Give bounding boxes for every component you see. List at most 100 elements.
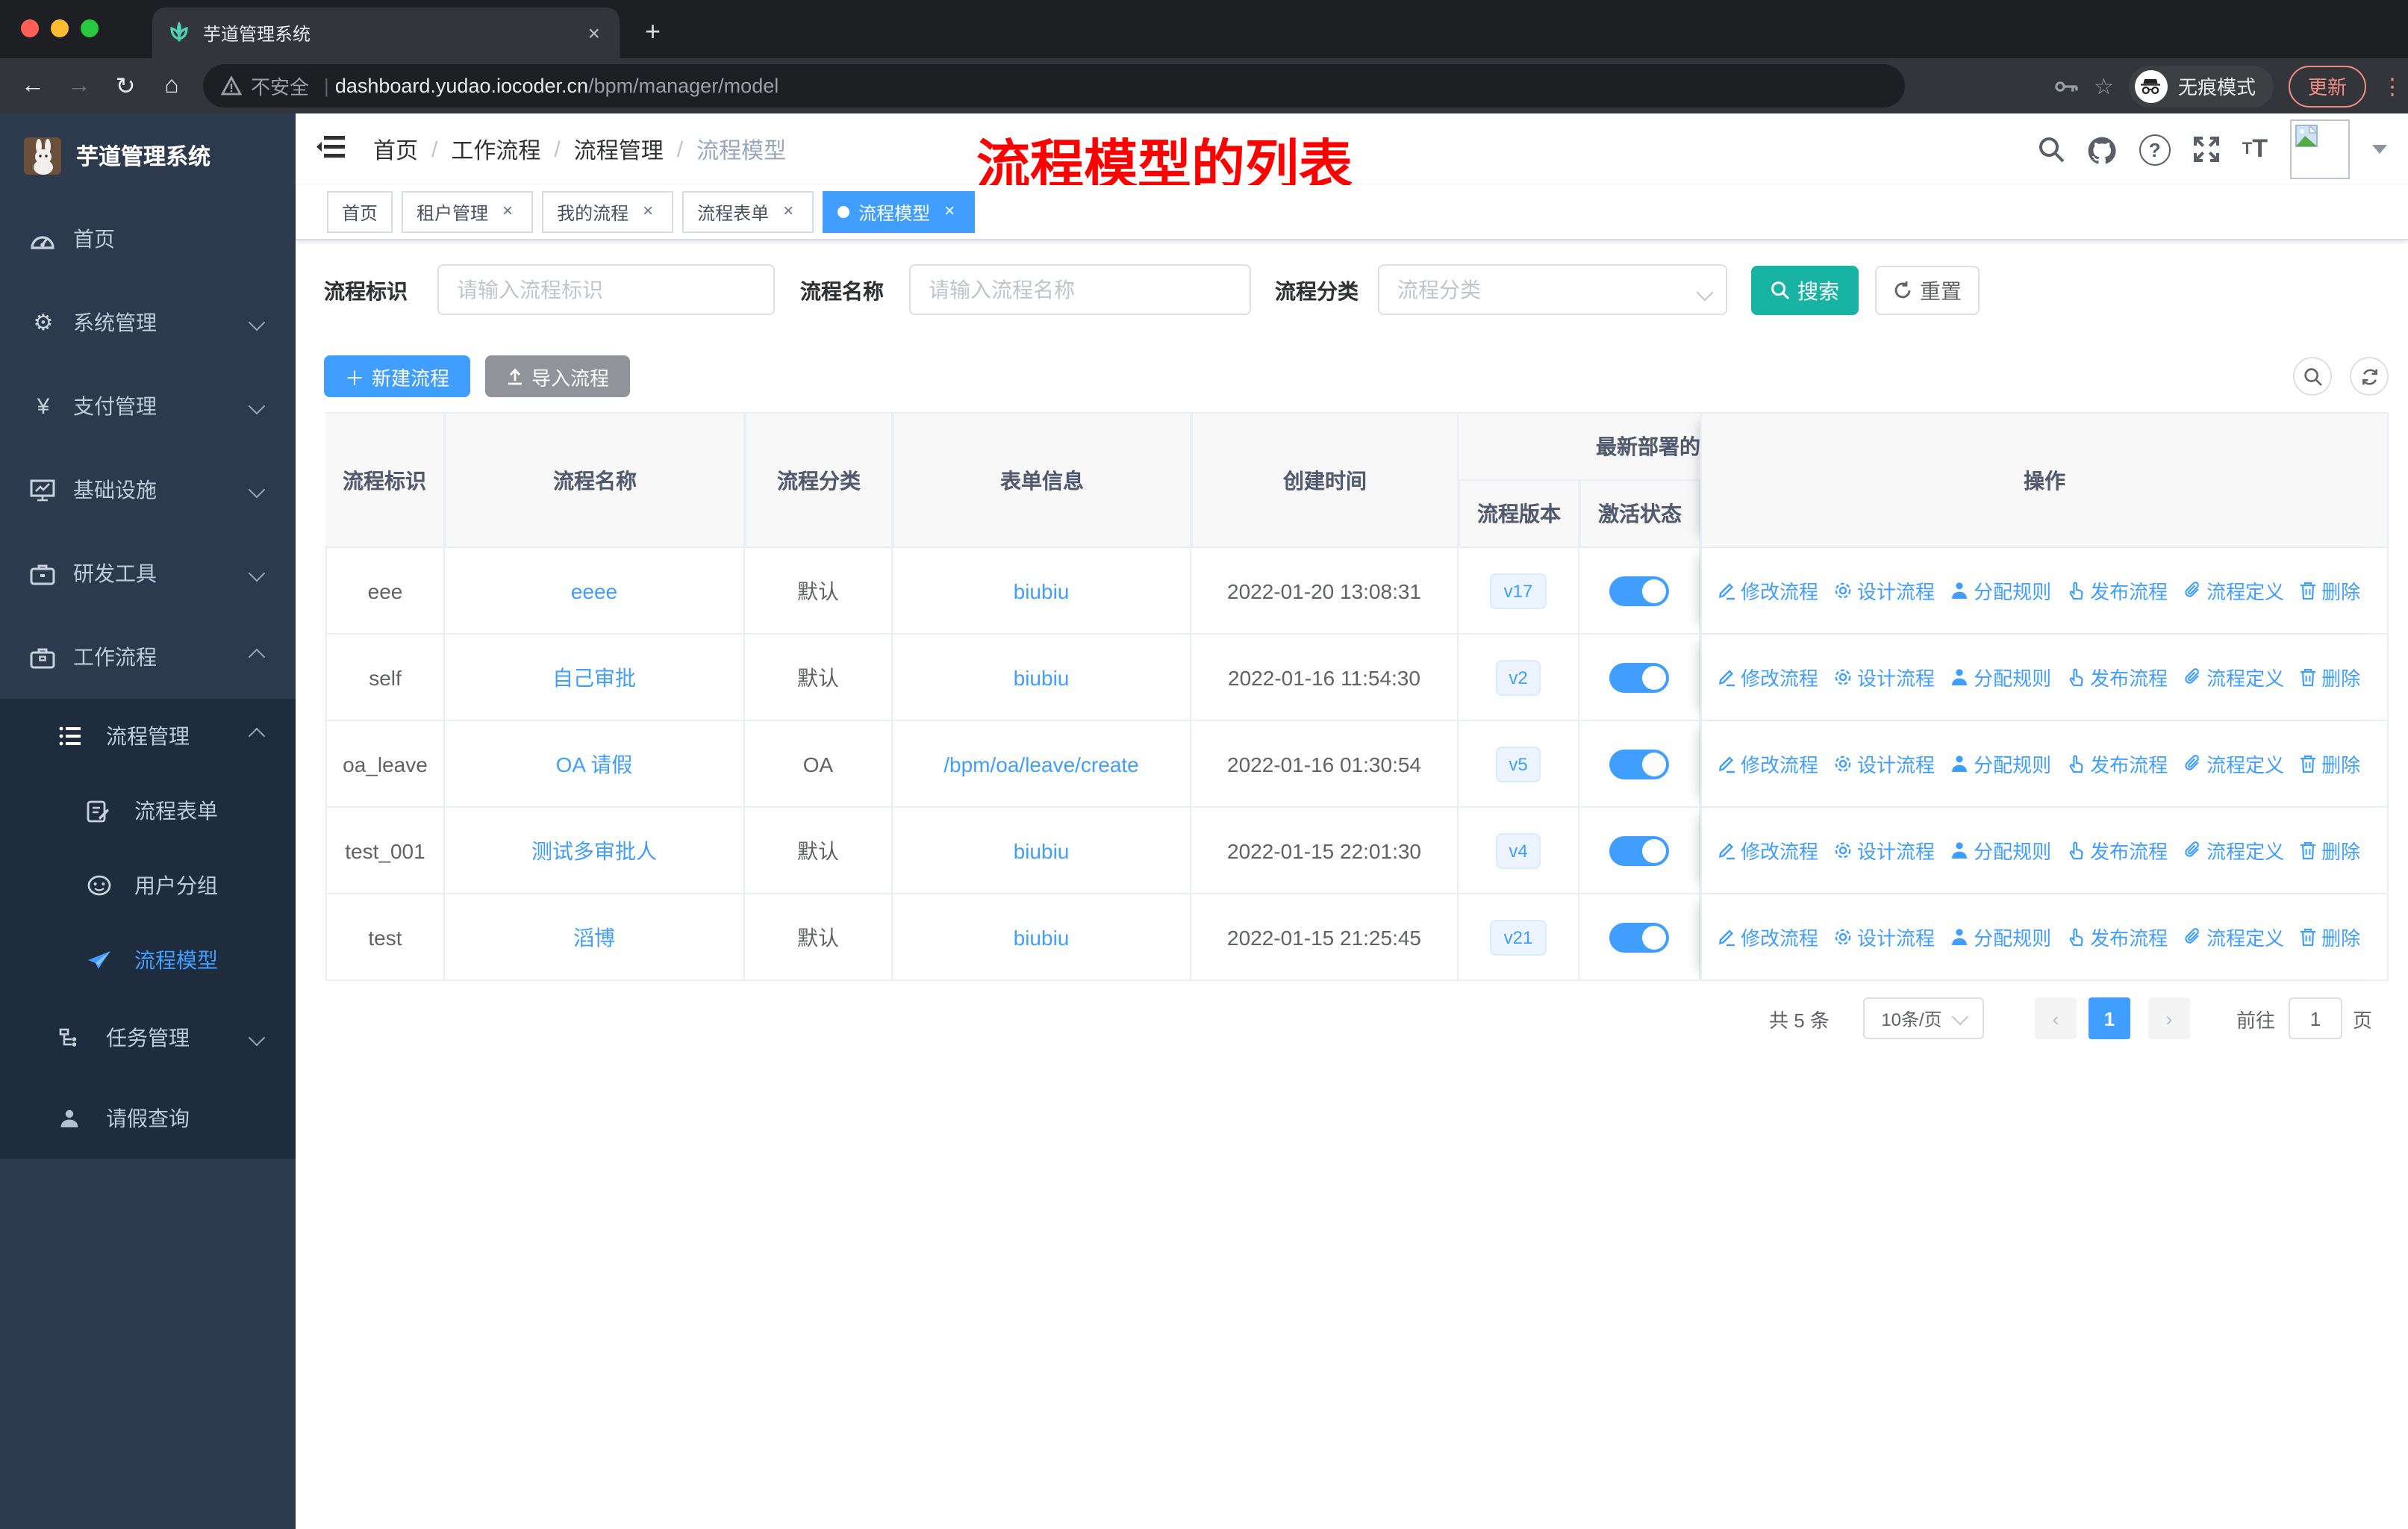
active-toggle[interactable] xyxy=(1609,662,1669,692)
sidebar-logo[interactable]: 芋道管理系统 xyxy=(0,113,296,197)
action-assign-rule[interactable]: 分配规则 xyxy=(1950,836,2051,865)
action-design-process[interactable]: 设计流程 xyxy=(1833,576,1935,605)
action-delete[interactable]: 删除 xyxy=(2299,576,2360,605)
breadcrumb-home[interactable]: 首页 xyxy=(373,134,418,165)
sidebar-item-user-group[interactable]: 用户分组 xyxy=(0,848,296,923)
address-bar[interactable]: 不安全 | dashboard.yudao.iocoder.cn/bpm/man… xyxy=(203,64,1905,108)
search-button[interactable]: 搜索 xyxy=(1751,266,1859,315)
browser-menu-icon[interactable]: ⋮ xyxy=(2381,72,2404,99)
sidebar-item-payment[interactable]: ¥ 支付管理 xyxy=(0,364,296,448)
action-edit-process[interactable]: 修改流程 xyxy=(1717,923,1818,951)
minimize-window-button[interactable] xyxy=(51,19,69,37)
action-edit-process[interactable]: 修改流程 xyxy=(1717,836,1818,865)
form-info-link[interactable]: biubiu xyxy=(1014,925,1070,949)
close-window-button[interactable] xyxy=(21,19,39,37)
action-process-definition[interactable]: 流程定义 xyxy=(2183,923,2284,951)
close-icon[interactable]: × xyxy=(497,201,518,222)
tag-home[interactable]: 首页 xyxy=(327,191,393,233)
update-button[interactable]: 更新 xyxy=(2288,65,2366,107)
tag-process-form[interactable]: 流程表单 × xyxy=(682,191,814,233)
import-process-button[interactable]: 导入流程 xyxy=(485,355,630,397)
close-icon[interactable]: × xyxy=(637,201,658,222)
tab-close-icon[interactable]: × xyxy=(584,21,605,45)
github-icon[interactable] xyxy=(2087,135,2117,164)
action-delete[interactable]: 删除 xyxy=(2299,750,2360,778)
browser-tab[interactable]: 芋道管理系统 × xyxy=(152,7,620,58)
action-delete[interactable]: 删除 xyxy=(2299,836,2360,865)
home-icon[interactable]: ⌂ xyxy=(158,72,185,99)
password-key-icon[interactable] xyxy=(2053,77,2079,95)
tag-tenant[interactable]: 租户管理 × xyxy=(402,191,534,233)
sidebar-item-home[interactable]: 首页 xyxy=(0,197,296,281)
sidebar-item-leave-query[interactable]: 请假查询 xyxy=(0,1078,296,1159)
process-name-link[interactable]: 测试多审批人 xyxy=(531,835,657,865)
form-info-link[interactable]: /bpm/oa/leave/create xyxy=(943,752,1139,776)
sidebar-item-task-manage[interactable]: 任务管理 xyxy=(0,997,296,1078)
active-toggle[interactable] xyxy=(1609,922,1669,952)
action-assign-rule[interactable]: 分配规则 xyxy=(1950,750,2051,778)
action-edit-process[interactable]: 修改流程 xyxy=(1717,750,1818,778)
goto-page-input[interactable] xyxy=(2289,997,2342,1039)
action-design-process[interactable]: 设计流程 xyxy=(1833,836,1935,865)
new-tab-button[interactable]: + xyxy=(645,12,661,51)
action-publish-process[interactable]: 发布流程 xyxy=(2066,836,2168,865)
hamburger-icon[interactable] xyxy=(316,134,345,160)
action-publish-process[interactable]: 发布流程 xyxy=(2066,663,2168,691)
window-controls[interactable] xyxy=(21,19,99,37)
category-select[interactable]: 流程分类 xyxy=(1378,264,1727,315)
back-icon[interactable]: ← xyxy=(19,72,46,99)
help-icon[interactable]: ? xyxy=(2139,134,2171,165)
process-name-link[interactable]: 滔博 xyxy=(573,922,615,952)
action-process-definition[interactable]: 流程定义 xyxy=(2183,750,2284,778)
form-info-link[interactable]: biubiu xyxy=(1014,665,1070,689)
breadcrumb-process-manage[interactable]: 流程管理 xyxy=(574,134,664,165)
action-delete[interactable]: 删除 xyxy=(2299,923,2360,951)
form-info-link[interactable]: biubiu xyxy=(1014,838,1070,862)
security-chip[interactable]: 不安全 | xyxy=(221,72,335,100)
action-design-process[interactable]: 设计流程 xyxy=(1833,663,1935,691)
action-process-definition[interactable]: 流程定义 xyxy=(2183,663,2284,691)
prev-page-button[interactable]: ‹ xyxy=(2035,997,2077,1039)
sidebar-item-system[interactable]: ⚙ 系统管理 xyxy=(0,281,296,364)
sidebar-item-process-model[interactable]: 流程模型 xyxy=(0,923,296,997)
tag-my-process[interactable]: 我的流程 × xyxy=(542,191,674,233)
next-page-button[interactable]: › xyxy=(2148,997,2190,1039)
active-toggle[interactable] xyxy=(1609,749,1669,779)
active-toggle[interactable] xyxy=(1609,835,1669,865)
action-edit-process[interactable]: 修改流程 xyxy=(1717,663,1818,691)
action-design-process[interactable]: 设计流程 xyxy=(1833,750,1935,778)
fullscreen-icon[interactable] xyxy=(2193,136,2220,163)
sidebar-item-process-form[interactable]: 流程表单 xyxy=(0,773,296,848)
action-design-process[interactable]: 设计流程 xyxy=(1833,923,1935,951)
action-assign-rule[interactable]: 分配规则 xyxy=(1950,576,2051,605)
sidebar-item-process-manage[interactable]: 流程管理 xyxy=(0,699,296,773)
action-edit-process[interactable]: 修改流程 xyxy=(1717,576,1818,605)
page-size-select[interactable]: 10条/页 xyxy=(1863,997,1984,1039)
caret-down-icon[interactable] xyxy=(2372,145,2387,154)
current-page[interactable]: 1 xyxy=(2089,997,2130,1039)
maximize-window-button[interactable] xyxy=(81,19,99,37)
form-info-link[interactable]: biubiu xyxy=(1014,579,1070,602)
action-process-definition[interactable]: 流程定义 xyxy=(2183,576,2284,605)
action-publish-process[interactable]: 发布流程 xyxy=(2066,750,2168,778)
forward-icon[interactable]: → xyxy=(66,72,93,99)
table-refresh-button[interactable] xyxy=(2350,357,2389,396)
process-id-input[interactable]: 请输入流程标识 xyxy=(437,264,775,315)
action-publish-process[interactable]: 发布流程 xyxy=(2066,576,2168,605)
sidebar-item-infra[interactable]: 基础设施 xyxy=(0,448,296,532)
process-name-link[interactable]: OA 请假 xyxy=(556,749,633,779)
sidebar-item-devtools[interactable]: 研发工具 xyxy=(0,532,296,615)
create-process-button[interactable]: ＋ 新建流程 xyxy=(324,355,470,397)
close-icon[interactable]: × xyxy=(778,201,799,222)
reload-icon[interactable]: ↻ xyxy=(112,71,139,101)
action-process-definition[interactable]: 流程定义 xyxy=(2183,836,2284,865)
tag-process-model[interactable]: 流程模型 × xyxy=(823,191,976,233)
table-search-button[interactable] xyxy=(2293,357,2332,396)
action-publish-process[interactable]: 发布流程 xyxy=(2066,923,2168,951)
breadcrumb-workflow[interactable]: 工作流程 xyxy=(451,134,540,165)
action-assign-rule[interactable]: 分配规则 xyxy=(1950,663,2051,691)
active-toggle[interactable] xyxy=(1609,576,1669,605)
search-icon[interactable] xyxy=(2038,136,2065,163)
process-name-link[interactable]: 自己审批 xyxy=(552,662,636,692)
sidebar-item-workflow[interactable]: 工作流程 xyxy=(0,615,296,699)
